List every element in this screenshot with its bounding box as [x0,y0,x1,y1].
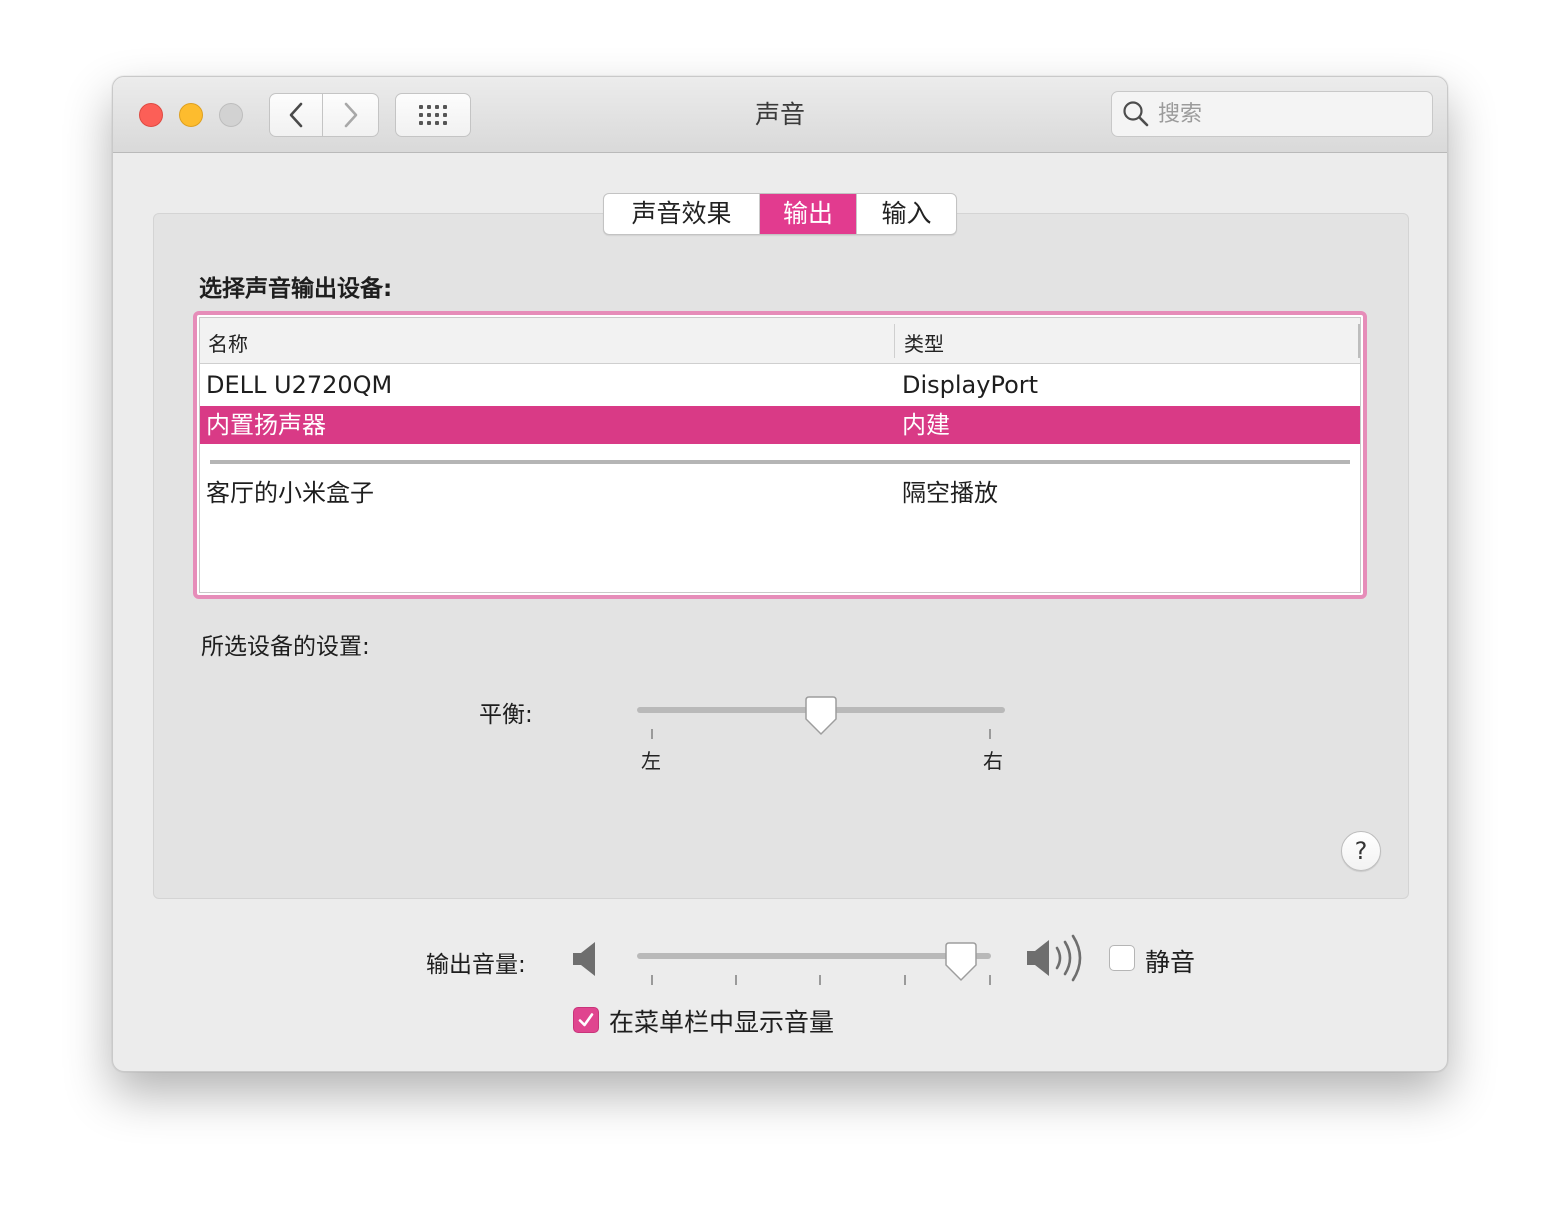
balance-tick-left [651,729,653,739]
help-button[interactable]: ? [1341,831,1381,871]
search-input[interactable] [1158,101,1418,127]
tab-input[interactable]: 输入 [856,194,956,234]
volume-tick [904,975,906,985]
forward-button[interactable] [323,93,379,137]
volume-tick [651,975,653,985]
chevron-left-icon [289,102,303,128]
device-table-body: 名称 类型 DELL U2720QM DisplayPort 内置扬声器 内建 … [199,317,1361,593]
zoom-button[interactable] [219,103,243,127]
balance-left-label: 左 [641,749,661,773]
table-row[interactable]: 客厅的小米盒子 隔空播放 [200,474,1360,512]
tab-bar: 声音效果 输出 输入 [603,193,957,235]
chevron-right-icon [344,102,357,128]
table-row[interactable]: DELL U2720QM DisplayPort [200,366,1360,404]
close-button[interactable] [139,103,163,127]
column-header-name[interactable]: 名称 [208,328,248,357]
volume-tick [819,975,821,985]
search-field[interactable] [1111,91,1433,137]
show-volume-in-menubar-label: 在菜单栏中显示音量 [609,1008,835,1037]
show-all-button[interactable] [395,93,471,137]
speaker-high-icon [1027,934,1082,982]
balance-label: 平衡: [479,702,533,728]
device-name: 内置扬声器 [206,411,326,439]
volume-slider-thumb[interactable] [944,941,978,983]
title-bar: 声音 [113,77,1447,153]
device-settings-label: 所选设备的设置: [201,634,370,660]
device-type: 隔空播放 [902,479,998,507]
grid-icon [419,105,447,125]
table-row-selected[interactable]: 内置扬声器 内建 [200,406,1360,444]
speaker-low-icon [573,942,595,976]
volume-tick [989,975,991,985]
table-header: 名称 类型 [200,318,1360,364]
device-type: 内建 [902,411,950,439]
balance-tick-right [989,729,991,739]
group-divider [210,460,1350,464]
column-header-type[interactable]: 类型 [904,328,944,357]
back-button[interactable] [269,93,323,137]
checkmark-icon [578,1013,594,1027]
device-name: DELL U2720QM [206,371,393,399]
balance-right-label: 右 [983,749,1003,773]
select-device-label: 选择声音输出设备: [199,276,393,302]
header-edge [1358,324,1360,358]
search-icon [1123,101,1149,127]
minimize-button[interactable] [179,103,203,127]
show-volume-in-menubar-checkbox[interactable] [573,1007,599,1033]
mute-checkbox[interactable] [1109,945,1135,971]
device-type: DisplayPort [902,371,1039,399]
tab-sound-effects[interactable]: 声音效果 [604,194,760,234]
tab-output[interactable]: 输出 [760,194,856,234]
volume-tick [735,975,737,985]
balance-slider-thumb[interactable] [804,695,838,737]
output-volume-label: 输出音量: [426,952,526,978]
sound-preferences-window: 声音 声音效果 输出 输入 选择声音输出设备: 名称 类型 DELL U2720… [112,76,1448,1072]
volume-slider-track[interactable] [637,953,991,959]
mute-label: 静音 [1145,948,1196,977]
device-table[interactable]: 名称 类型 DELL U2720QM DisplayPort 内置扬声器 内建 … [193,311,1367,599]
column-divider [894,324,895,358]
device-name: 客厅的小米盒子 [206,479,374,507]
